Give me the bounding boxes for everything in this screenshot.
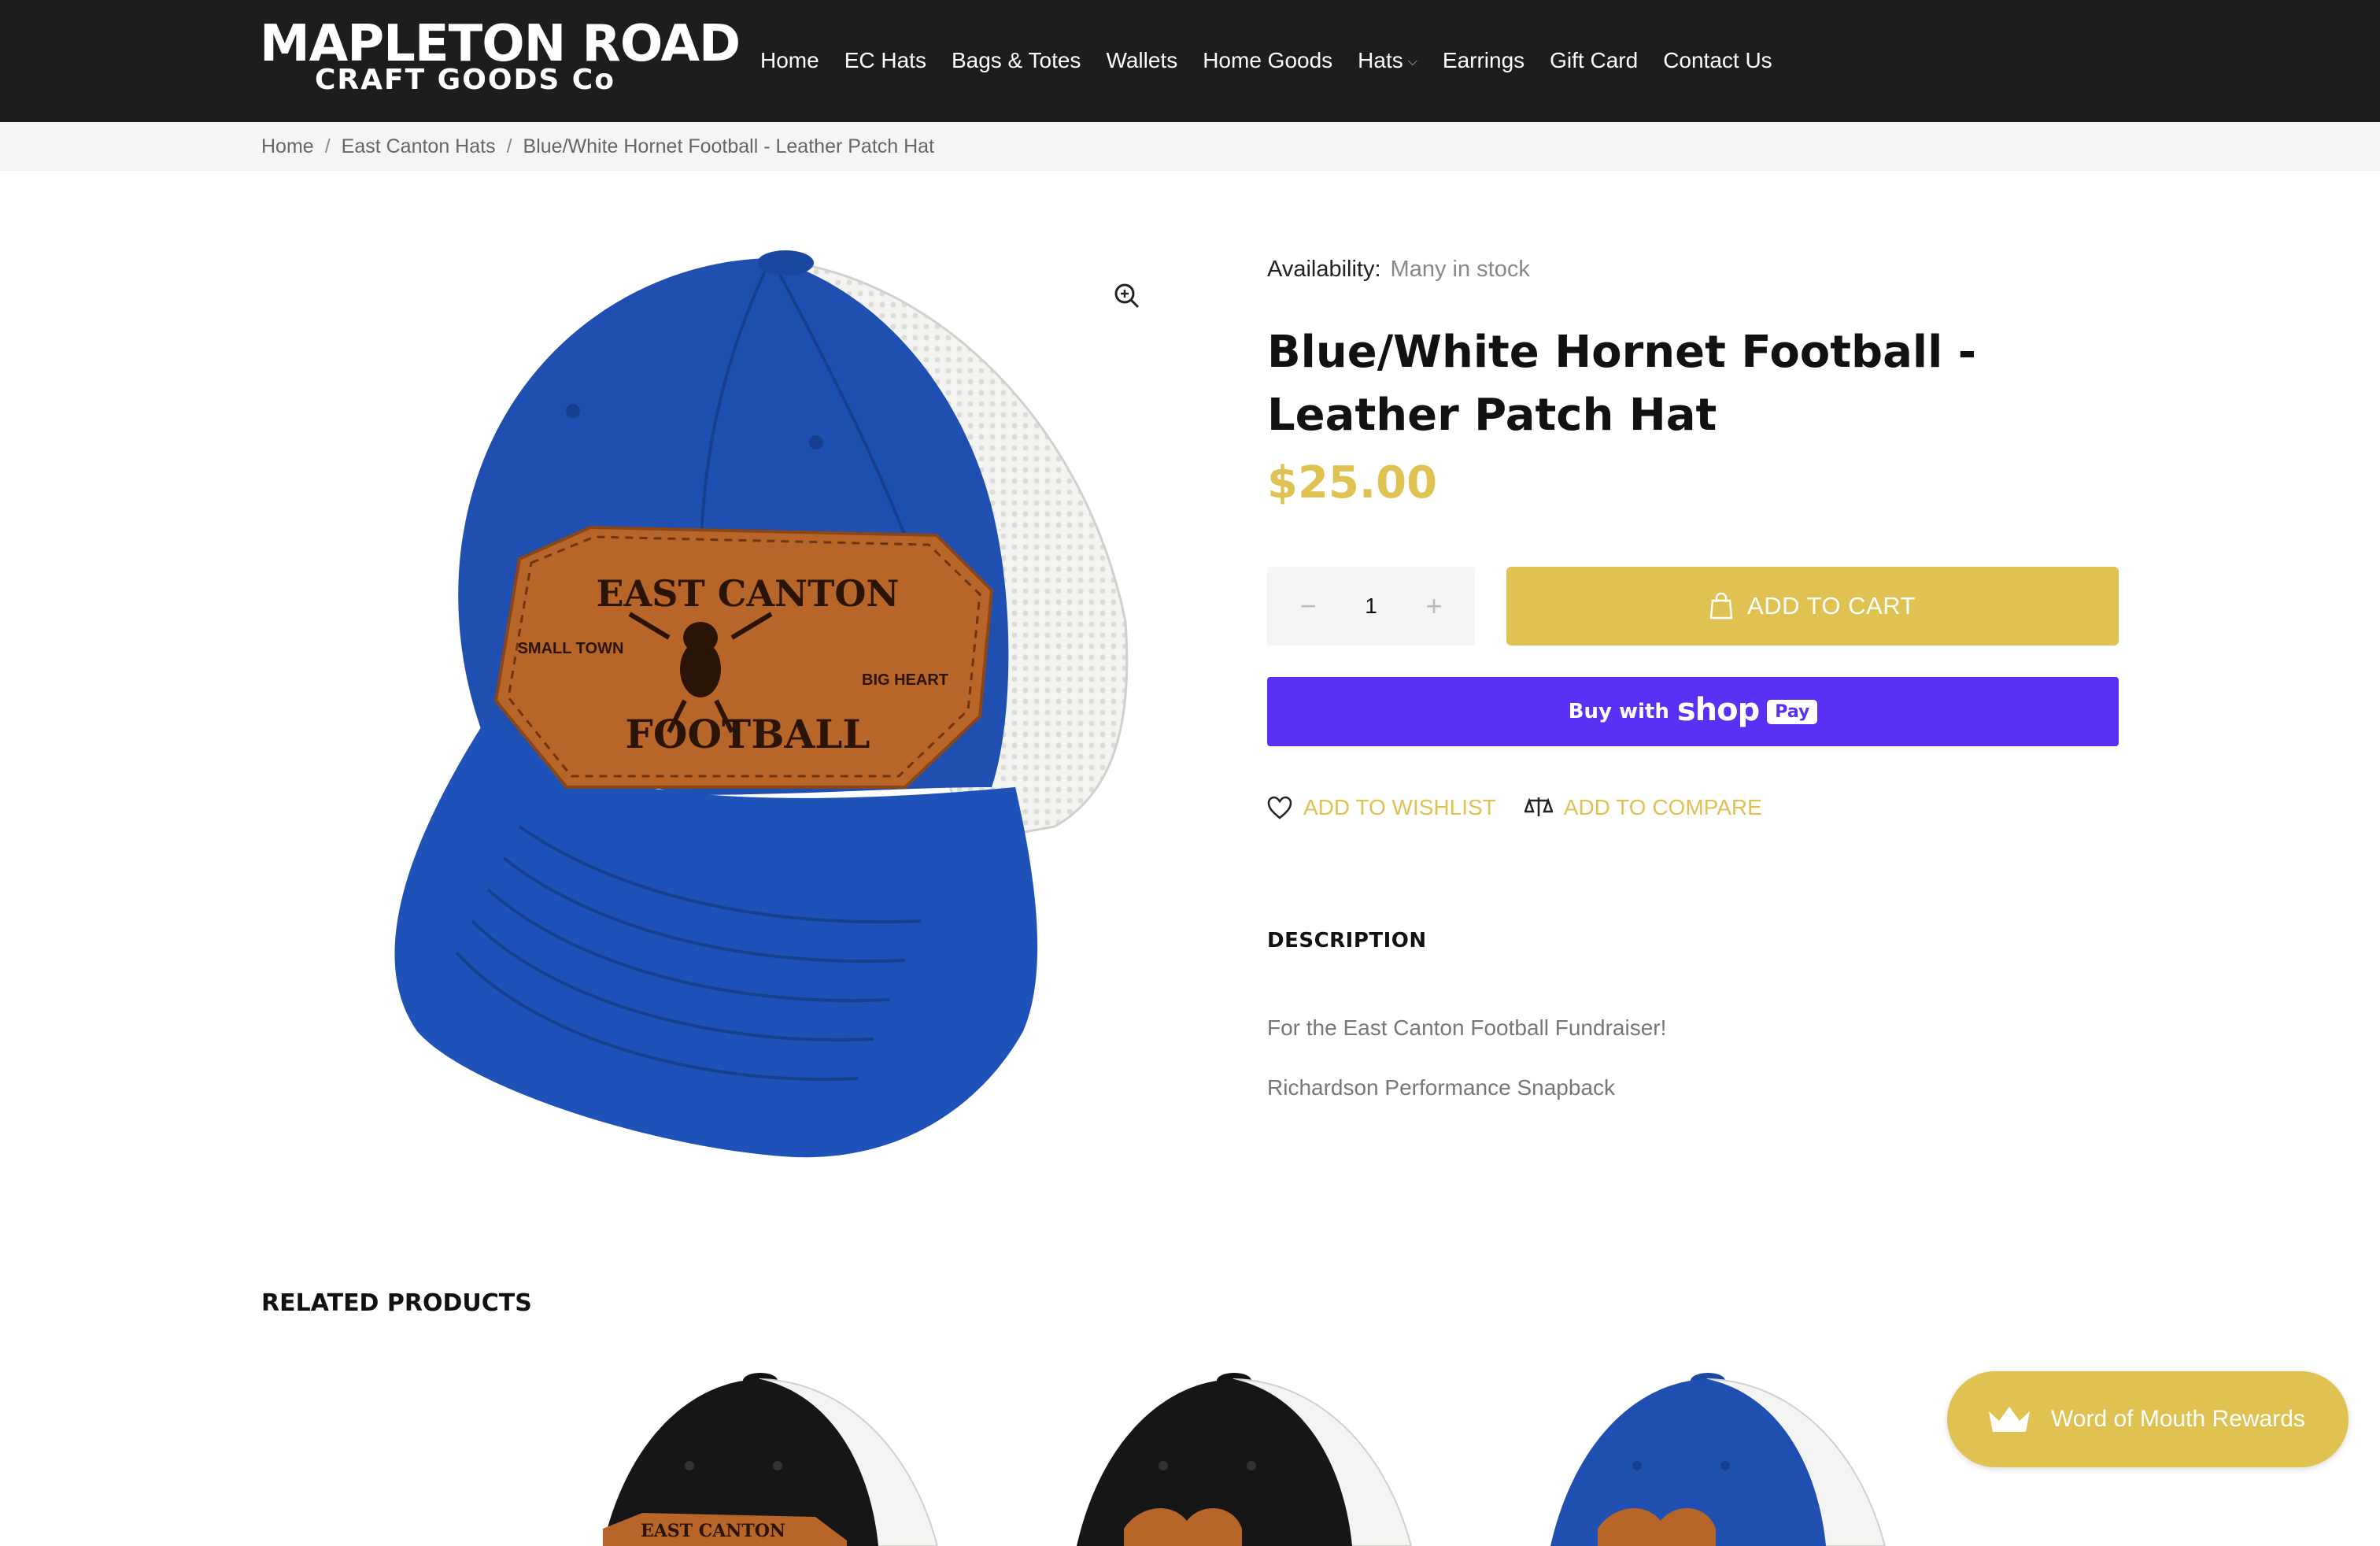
- product-info: Availability: Many in stock Blue/White Ho…: [1267, 252, 2119, 515]
- product-actions: ADD TO WISHLIST ADD TO COMPARE: [1267, 795, 1762, 820]
- quantity-input[interactable]: 1: [1338, 587, 1404, 625]
- nav-item-gift-card[interactable]: Gift Card: [1550, 41, 1638, 80]
- add-to-cart-button[interactable]: ADD TO CART: [1506, 567, 2119, 645]
- product-image[interactable]: EAST CANTON FOOTBALL SMALL TOWN BIG HEAR…: [260, 244, 1165, 1173]
- description-heading: DESCRIPTION: [1267, 929, 1427, 952]
- add-to-compare-link[interactable]: ADD TO COMPARE: [1524, 795, 1762, 820]
- buy-row: − 1 + ADD TO CART: [1267, 567, 2119, 645]
- nav-label: Gift Card: [1550, 48, 1639, 72]
- breadcrumb: Home / East Canton Hats / Blue/White Hor…: [0, 122, 2380, 171]
- shop-pay-button[interactable]: Buy with shop Pay: [1267, 677, 2119, 746]
- rewards-button[interactable]: Word of Mouth Rewards: [1947, 1371, 2349, 1467]
- related-product-thumbnail[interactable]: [1527, 1371, 1897, 1546]
- nav-label: Bags & Totes: [951, 48, 1081, 72]
- patch-left-text: SMALL TOWN: [518, 640, 624, 657]
- nav-item-hats[interactable]: Hats ⌵: [1358, 39, 1417, 82]
- shop-pay-badge: Pay: [1767, 699, 1818, 724]
- availability-label: Availability:: [1267, 257, 1381, 282]
- quantity-stepper: − 1 +: [1267, 567, 1475, 645]
- nav-item-earrings[interactable]: Earrings: [1443, 41, 1524, 80]
- chevron-down-icon: ⌵: [1407, 55, 1417, 68]
- product-price: $25.00: [1267, 457, 1438, 509]
- add-to-wishlist-link[interactable]: ADD TO WISHLIST: [1267, 795, 1496, 820]
- description-text: Richardson Performance Snapback: [1267, 1075, 1616, 1100]
- crown-icon: [1989, 1407, 2030, 1432]
- nav-item-home[interactable]: Home: [760, 41, 819, 80]
- shop-pay-logo: shop: [1676, 692, 1760, 728]
- wishlist-label: ADD TO WISHLIST: [1303, 795, 1496, 819]
- related-product-thumbnail[interactable]: EAST CANTON: [579, 1371, 949, 1546]
- breadcrumb-current: Blue/White Hornet Football - Leather Pat…: [523, 135, 935, 157]
- rewards-label: Word of Mouth Rewards: [2051, 1406, 2305, 1432]
- site-header: MAPLETON ROAD CRAFT GOODS Co Home EC Hat…: [0, 0, 2380, 122]
- breadcrumb-separator: /: [506, 135, 512, 157]
- breadcrumb-separator: /: [324, 135, 331, 157]
- related-product-thumbnail[interactable]: [1053, 1371, 1423, 1546]
- nav-label: EC Hats: [844, 48, 926, 72]
- thumbnail-patch-text: EAST CANTON: [641, 1521, 785, 1541]
- compare-label: ADD TO COMPARE: [1563, 795, 1762, 819]
- nav-label: Home Goods: [1203, 48, 1333, 72]
- nav-item-contact-us[interactable]: Contact Us: [1663, 41, 1772, 80]
- shop-pay-prefix: Buy with: [1568, 700, 1669, 723]
- patch-right-text: BIG HEART: [862, 671, 948, 689]
- main-nav: Home EC Hats Bags & Totes Wallets Home G…: [760, 41, 1772, 80]
- nav-label: Home: [760, 48, 819, 72]
- availability-value: Many in stock: [1390, 257, 1530, 282]
- nav-label: Earrings: [1442, 48, 1525, 72]
- description-text: For the East Canton Football Fundraiser!: [1267, 1015, 1667, 1040]
- availability: Availability: Many in stock: [1267, 252, 2119, 287]
- nav-item-bags-totes[interactable]: Bags & Totes: [952, 41, 1081, 80]
- heart-icon: [1267, 796, 1292, 819]
- nav-item-home-goods[interactable]: Home Goods: [1203, 41, 1332, 80]
- add-to-cart-label: ADD TO CART: [1747, 592, 1916, 620]
- site-logo[interactable]: MAPLETON ROAD CRAFT GOODS Co: [260, 14, 741, 101]
- quantity-increase-button[interactable]: +: [1417, 589, 1451, 623]
- nav-item-ec-hats[interactable]: EC Hats: [844, 41, 926, 80]
- quantity-decrease-button[interactable]: −: [1291, 589, 1325, 623]
- scale-icon: [1524, 797, 1553, 816]
- patch-bottom-text: FOOTBALL: [625, 711, 870, 757]
- breadcrumb-home[interactable]: Home: [261, 133, 314, 160]
- nav-label: Wallets: [1106, 48, 1178, 72]
- nav-label: Hats: [1358, 48, 1403, 72]
- nav-label: Contact Us: [1663, 48, 1772, 72]
- shopping-bag-icon: [1709, 593, 1733, 620]
- logo-line-2: CRAFT GOODS Co: [315, 64, 615, 96]
- nav-item-wallets[interactable]: Wallets: [1106, 41, 1177, 80]
- product-title: Blue/White Hornet Football - Leather Pat…: [1267, 327, 1977, 441]
- breadcrumb-east-canton-hats[interactable]: East Canton Hats: [342, 133, 496, 160]
- zoom-icon[interactable]: [1111, 280, 1143, 312]
- patch-top-text: EAST CANTON: [597, 572, 900, 615]
- related-products-heading: RELATED PRODUCTS: [261, 1289, 532, 1317]
